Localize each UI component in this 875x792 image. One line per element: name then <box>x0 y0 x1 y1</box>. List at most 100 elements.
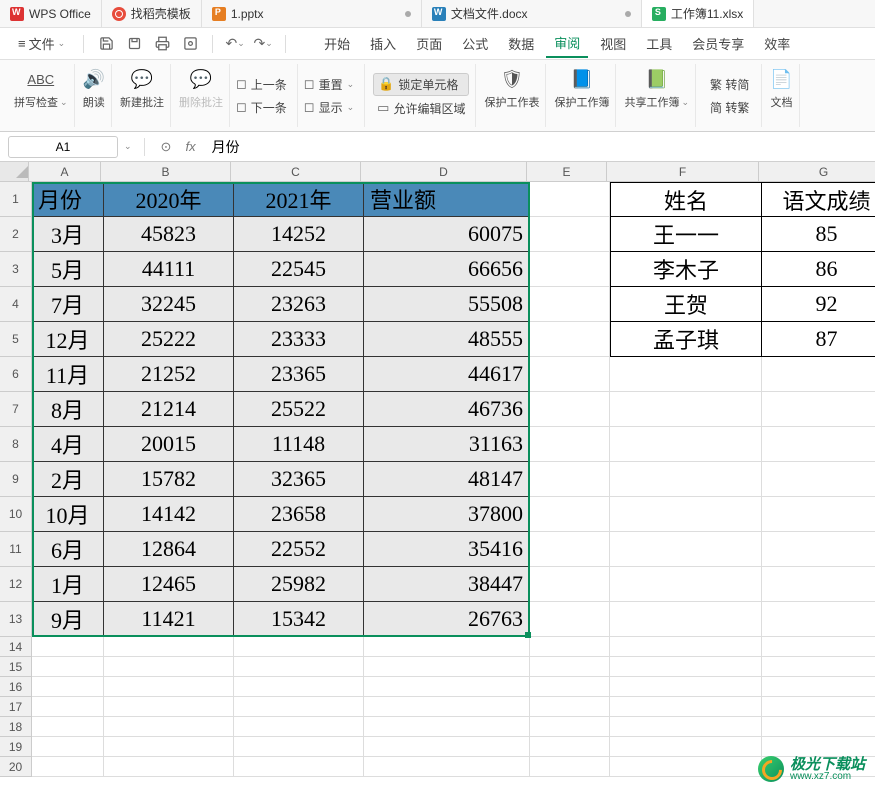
cell[interactable] <box>364 717 530 737</box>
cell[interactable] <box>32 757 104 777</box>
cell[interactable]: 语文成绩 <box>762 182 875 217</box>
cell[interactable] <box>530 392 610 427</box>
col-header-G[interactable]: G <box>759 162 875 181</box>
cell[interactable] <box>762 637 875 657</box>
cell[interactable] <box>530 357 610 392</box>
cell[interactable]: 22545 <box>234 252 364 287</box>
col-header-C[interactable]: C <box>231 162 361 181</box>
cell[interactable] <box>364 637 530 657</box>
menu-tools[interactable]: 工具 <box>638 30 680 57</box>
select-all-corner[interactable] <box>0 162 29 181</box>
menu-data[interactable]: 数据 <box>500 30 542 57</box>
cell[interactable] <box>32 677 104 697</box>
menu-member[interactable]: 会员专享 <box>684 30 752 57</box>
cell[interactable] <box>104 697 234 717</box>
chevron-down-icon[interactable]: ⌄ <box>124 141 132 152</box>
cell[interactable] <box>610 737 762 757</box>
cell[interactable]: 李木子 <box>610 252 762 287</box>
cell[interactable]: 14252 <box>234 217 364 252</box>
cell[interactable] <box>762 717 875 737</box>
cell[interactable]: 10月 <box>32 497 104 532</box>
cell[interactable]: 44617 <box>364 357 530 392</box>
cell[interactable]: 85 <box>762 217 875 252</box>
tab-xlsx[interactable]: 工作簿11.xlsx <box>642 0 754 27</box>
cell[interactable] <box>762 462 875 497</box>
cell[interactable]: 44111 <box>104 252 234 287</box>
cell[interactable]: 3月 <box>32 217 104 252</box>
col-header-E[interactable]: E <box>527 162 607 181</box>
cell[interactable]: 营业额 <box>364 182 530 217</box>
print-button[interactable] <box>150 32 174 56</box>
cell[interactable] <box>610 567 762 602</box>
menu-view[interactable]: 视图 <box>592 30 634 57</box>
hamburger-menu[interactable]: ≡文件⌄ <box>10 30 73 57</box>
ribbon-protect-book[interactable]: 📘 保护工作簿 <box>548 64 616 127</box>
cell[interactable]: 25222 <box>104 322 234 357</box>
cell[interactable] <box>610 757 762 777</box>
cell[interactable] <box>32 717 104 737</box>
prev-comment-button[interactable]: ◻上一条 <box>232 74 291 95</box>
cell[interactable] <box>32 657 104 677</box>
row-header[interactable]: 9 <box>0 462 32 497</box>
to-simplified-button[interactable]: 繁 转简 <box>706 74 753 95</box>
cell[interactable]: 4月 <box>32 427 104 462</box>
cell[interactable] <box>530 497 610 532</box>
cell[interactable]: 46736 <box>364 392 530 427</box>
to-traditional-button[interactable]: 简 转繁 <box>706 97 753 118</box>
row-header[interactable]: 1 <box>0 182 32 217</box>
show-button[interactable]: ◻显示⌄ <box>300 97 358 118</box>
cell[interactable]: 8月 <box>32 392 104 427</box>
cell[interactable] <box>762 697 875 717</box>
cell[interactable]: 1月 <box>32 567 104 602</box>
cell[interactable] <box>762 427 875 462</box>
col-header-B[interactable]: B <box>101 162 231 181</box>
row-header[interactable]: 19 <box>0 737 32 757</box>
cell[interactable]: 孟子琪 <box>610 322 762 357</box>
row-header[interactable]: 7 <box>0 392 32 427</box>
tab-pptx[interactable]: 1.pptx <box>202 0 422 27</box>
row-header[interactable]: 5 <box>0 322 32 357</box>
cell[interactable]: 王一一 <box>610 217 762 252</box>
undo-button[interactable]: ↶⌄ <box>223 32 247 56</box>
cell[interactable] <box>610 532 762 567</box>
ribbon-document[interactable]: 📄 文档 <box>764 64 799 127</box>
row-header[interactable]: 8 <box>0 427 32 462</box>
cell[interactable]: 12465 <box>104 567 234 602</box>
cell[interactable] <box>530 287 610 322</box>
cell[interactable]: 20015 <box>104 427 234 462</box>
cell[interactable]: 26763 <box>364 602 530 637</box>
tab-daoke[interactable]: 找稻壳模板 <box>102 0 202 27</box>
ribbon-share-book[interactable]: 📗 共享工作簿⌄ <box>618 64 696 127</box>
row-header[interactable]: 15 <box>0 657 32 677</box>
cell[interactable] <box>234 717 364 737</box>
save-as-button[interactable] <box>122 32 146 56</box>
cell[interactable] <box>364 677 530 697</box>
cell[interactable] <box>530 737 610 757</box>
cell[interactable] <box>530 677 610 697</box>
cell[interactable] <box>610 717 762 737</box>
cell[interactable]: 21214 <box>104 392 234 427</box>
cell[interactable] <box>234 677 364 697</box>
tab-wps-home[interactable]: WPS Office <box>0 0 102 27</box>
cell[interactable] <box>364 657 530 677</box>
cell[interactable] <box>104 637 234 657</box>
row-header[interactable]: 18 <box>0 717 32 737</box>
cell[interactable]: 55508 <box>364 287 530 322</box>
cell[interactable] <box>762 357 875 392</box>
formula-input[interactable] <box>206 136 867 158</box>
cell[interactable] <box>530 567 610 602</box>
cell[interactable] <box>364 757 530 777</box>
row-header[interactable]: 17 <box>0 697 32 717</box>
cell[interactable]: 14142 <box>104 497 234 532</box>
cell[interactable] <box>762 392 875 427</box>
cell[interactable] <box>610 462 762 497</box>
menu-start[interactable]: 开始 <box>316 30 358 57</box>
cell[interactable] <box>762 677 875 697</box>
cell[interactable] <box>104 757 234 777</box>
lock-cell-button[interactable]: 🔒锁定单元格 <box>373 73 469 96</box>
cell[interactable]: 6月 <box>32 532 104 567</box>
cell[interactable]: 22552 <box>234 532 364 567</box>
cell[interactable] <box>234 697 364 717</box>
cell[interactable] <box>32 737 104 757</box>
cell[interactable] <box>610 697 762 717</box>
